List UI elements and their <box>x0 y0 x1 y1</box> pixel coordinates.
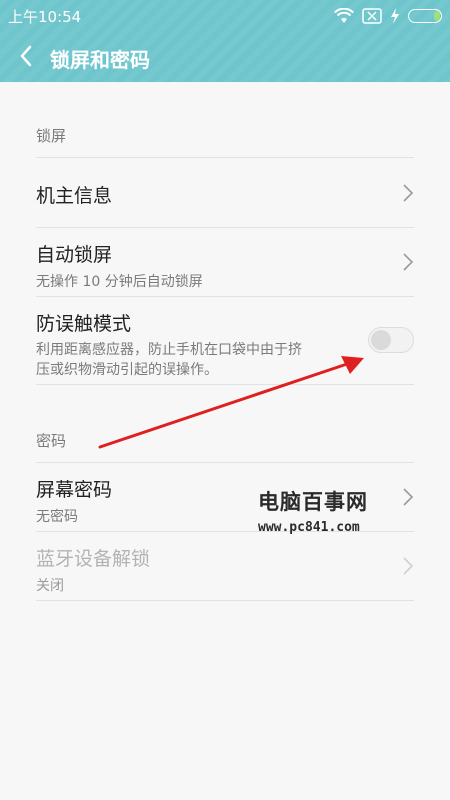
divider <box>36 384 414 385</box>
section-header-password: 密码 <box>36 432 67 450</box>
bluetooth-unlock-title: 蓝牙设备解锁 <box>36 548 151 570</box>
chevron-right-icon <box>403 488 414 506</box>
app-bar: 上午10:54 锁屏和密码 <box>0 0 450 82</box>
back-arrow-icon[interactable] <box>14 42 38 70</box>
screen-password-title: 屏幕密码 <box>36 479 113 501</box>
chevron-right-icon <box>403 183 414 202</box>
battery-level <box>434 11 440 21</box>
auto-lock-item[interactable]: 自动锁屏 无操作 10 分钟后自动锁屏 <box>36 228 414 296</box>
toggle-knob <box>371 330 391 350</box>
sim-icon <box>362 8 382 24</box>
wifi-icon <box>334 8 354 23</box>
anti-touch-title: 防误触模式 <box>36 313 132 335</box>
owner-info-title: 机主信息 <box>36 185 113 207</box>
section-header-lock-screen: 锁屏 <box>36 127 67 145</box>
status-time: 上午10:54 <box>8 8 82 26</box>
watermark-main: 电脑百事网 <box>258 490 368 514</box>
status-icons <box>334 6 442 26</box>
status-bar: 上午10:54 <box>0 0 450 32</box>
anti-touch-subtitle: 利用距离感应器，防止手机在口袋中由于挤 压或织物滑动引起的误操作。 <box>36 340 302 380</box>
bluetooth-unlock-subtitle: 关闭 <box>36 578 64 594</box>
divider <box>36 600 414 601</box>
page-title: 锁屏和密码 <box>50 48 150 72</box>
owner-info-item[interactable]: 机主信息 <box>36 158 414 227</box>
charging-icon <box>391 8 399 24</box>
anti-touch-toggle[interactable] <box>368 327 414 353</box>
bluetooth-unlock-item[interactable]: 蓝牙设备解锁 关闭 <box>36 532 414 600</box>
watermark: 电脑百事网 www.pc841.com <box>258 486 368 535</box>
annotation-arrow <box>98 356 364 449</box>
anti-touch-subtitle-line-2: 压或织物滑动引起的误操作。 <box>36 362 218 378</box>
watermark-sub: www.pc841.com <box>258 520 360 535</box>
auto-lock-subtitle: 无操作 10 分钟后自动锁屏 <box>36 274 203 290</box>
battery-icon <box>408 9 442 23</box>
anti-touch-item: 防误触模式 利用距离感应器，防止手机在口袋中由于挤 压或织物滑动引起的误操作。 <box>36 297 414 384</box>
auto-lock-title: 自动锁屏 <box>36 244 113 266</box>
screen-password-subtitle: 无密码 <box>36 509 78 525</box>
anti-touch-subtitle-line-1: 利用距离感应器，防止手机在口袋中由于挤 <box>36 342 302 358</box>
chevron-right-icon <box>403 557 414 575</box>
chevron-right-icon <box>403 253 414 271</box>
